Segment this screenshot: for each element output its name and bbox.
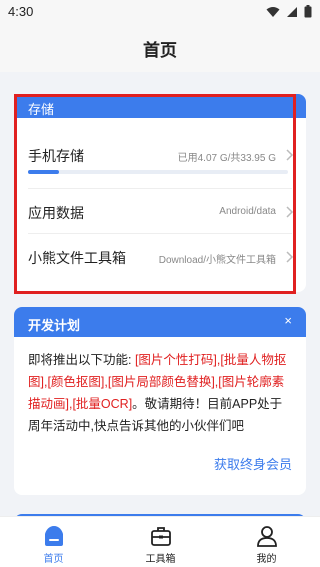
toolbox-label: 小熊文件工具箱 [28, 250, 126, 266]
dev-plan-card: 开发计划 × 即将推出以下功能: [图片个性打码],[批量人物抠图],[颜色抠图… [14, 307, 306, 495]
nav-home[interactable]: 首页 [0, 517, 107, 567]
toolbox-value: Download/小熊文件工具箱 [158, 255, 276, 266]
wifi-icon [266, 6, 280, 17]
chevron-right-icon [286, 149, 294, 161]
status-bar: 4:30 [0, 0, 320, 24]
storage-card: 存储 手机存储 已用4.07 G/共33.95 G 应用数据 Android/d… [14, 94, 306, 292]
close-icon[interactable]: × [284, 313, 292, 328]
bottom-nav: 首页 工具箱 我的 [0, 516, 320, 567]
toolbox-row[interactable]: 小熊文件工具箱 Download/小熊文件工具箱 [14, 234, 306, 278]
chevron-right-icon [286, 206, 294, 218]
app-data-label: 应用数据 [28, 205, 84, 221]
storage-card-header: 存储 [14, 94, 306, 118]
signal-icon [287, 6, 297, 17]
dev-plan-title: 开发计划 [28, 318, 81, 333]
phone-storage-value: 已用4.07 G/共33.95 G [177, 153, 276, 164]
get-lifetime-membership-link[interactable]: 获取终身会员 [214, 454, 292, 473]
storage-card-title: 存储 [28, 102, 55, 117]
status-icons [266, 5, 312, 18]
nav-toolbox-label: 工具箱 [145, 554, 176, 565]
app-data-row[interactable]: 应用数据 Android/data [14, 189, 306, 233]
status-time: 4:30 [8, 4, 34, 19]
nav-toolbox[interactable]: 工具箱 [107, 517, 214, 567]
toolbox-icon [151, 527, 171, 546]
app-header: 首页 [0, 24, 320, 72]
phone-storage-progress [28, 170, 288, 174]
nav-home-label: 首页 [43, 554, 64, 565]
user-icon [257, 526, 277, 547]
dev-plan-intro: 即将推出以下功能: [28, 353, 135, 367]
dev-plan-text: 即将推出以下功能: [图片个性打码],[批量人物抠图],[颜色抠图],[图片局部… [28, 349, 294, 437]
battery-icon [304, 5, 312, 18]
phone-storage-label: 手机存储 [28, 148, 84, 164]
phone-storage-progress-fill [28, 170, 60, 174]
home-icon [45, 526, 63, 546]
nav-mine[interactable]: 我的 [213, 517, 320, 567]
chevron-right-icon [286, 251, 294, 263]
phone-storage-row[interactable]: 手机存储 已用4.07 G/共33.95 G [14, 130, 306, 174]
app-data-value: Android/data [219, 206, 276, 217]
page-title: 首页 [143, 40, 177, 60]
nav-mine-label: 我的 [256, 554, 277, 565]
dev-plan-header: 开发计划 × [14, 307, 306, 337]
